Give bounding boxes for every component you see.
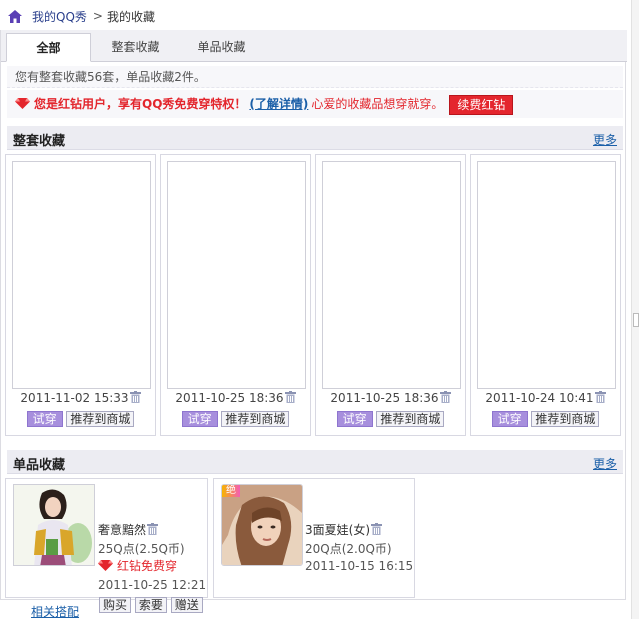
set-card: 2011-10-25 18:36 试穿 推荐到商城	[160, 154, 311, 436]
trash-icon[interactable]	[371, 523, 382, 535]
recommend-to-mall-button[interactable]: 推荐到商城	[221, 411, 290, 427]
home-icon[interactable]	[8, 9, 22, 23]
breadcrumb-current: 我的收藏	[106, 9, 155, 24]
item-thumbnail[interactable]: 绝	[221, 484, 303, 566]
item-date: 2011-10-25 12:21	[98, 578, 207, 592]
vip-message-rest: 心爱的收藏品想穿就穿。	[311, 97, 444, 111]
try-on-button[interactable]: 试穿	[336, 411, 373, 427]
item-name-text[interactable]: 3面夏娃(女)	[305, 523, 370, 537]
set-actions: 试穿 推荐到商城	[161, 411, 310, 427]
item-price: 25Q点(2.5Q币)	[98, 542, 185, 556]
set-date: 2011-10-25 18:36	[316, 391, 465, 405]
gift-button[interactable]: 赠送	[170, 597, 203, 613]
set-image[interactable]	[12, 161, 151, 389]
set-actions: 试穿 推荐到商城	[316, 411, 465, 427]
item-name: 3面夏娃(女)	[305, 521, 382, 538]
items-more-link[interactable]: 更多	[593, 455, 617, 472]
sets-section-title: 整套收藏	[13, 134, 66, 149]
trash-icon[interactable]	[594, 391, 606, 403]
trash-icon[interactable]	[147, 523, 159, 535]
set-date-text: 2011-11-02 15:33	[20, 391, 129, 405]
sets-section-header: 整套收藏 更多	[7, 126, 623, 150]
item-name-text[interactable]: 奢意黯然	[98, 523, 146, 537]
set-card: 2011-10-25 18:36 试穿 推荐到商城	[315, 154, 466, 436]
set-actions: 试穿 推荐到商城	[471, 411, 620, 427]
trash-icon[interactable]	[284, 391, 296, 403]
try-on-button[interactable]: 试穿	[26, 411, 63, 427]
try-on-button[interactable]: 试穿	[181, 411, 218, 427]
set-card: 2011-11-02 15:33 试穿 推荐到商城	[5, 154, 156, 436]
set-date: 2011-11-02 15:33	[6, 391, 155, 405]
trash-icon[interactable]	[439, 391, 451, 403]
tab-bar: 全部 整套收藏 单品收藏	[1, 30, 627, 62]
breadcrumb-home-link[interactable]: 我的QQ秀	[32, 8, 87, 25]
red-diamond-icon	[98, 560, 113, 571]
set-actions: 试穿 推荐到商城	[6, 411, 155, 427]
vip-details-link[interactable]: (了解详情)	[249, 97, 308, 111]
renew-red-diamond-button[interactable]: 续费红钻	[449, 94, 514, 115]
scrollbar[interactable]	[631, 0, 639, 619]
vip-message: 您是红钻用户，享有QQ秀免费穿特权！	[34, 97, 247, 111]
try-on-button[interactable]: 试穿	[491, 411, 528, 427]
recommend-to-mall-button[interactable]: 推荐到商城	[66, 411, 135, 427]
item-price: 20Q点(2.0Q币)	[305, 542, 392, 556]
favorites-panel: 全部 整套收藏 单品收藏 您有整套收藏56套，单品收藏2件。 您是红钻用户，享有…	[0, 30, 627, 619]
set-date-text: 2011-10-25 18:36	[330, 391, 439, 405]
recommend-to-mall-button[interactable]: 推荐到商城	[531, 411, 600, 427]
set-date-text: 2011-10-24 10:41	[485, 391, 594, 405]
set-date: 2011-10-25 18:36	[161, 391, 310, 405]
related-outfit-link[interactable]: 相关搭配	[31, 603, 79, 619]
item-actions: 购买 索要 赠送	[99, 597, 203, 613]
trash-icon[interactable]	[129, 391, 141, 403]
item-card: 奢意黯然 25Q点(2.5Q币) 红钻免费穿 2011-10-25 12:21 …	[5, 478, 208, 619]
set-image[interactable]	[167, 161, 306, 389]
recommend-to-mall-button[interactable]: 推荐到商城	[376, 411, 445, 427]
item-card: 绝 3面夏娃(女) 20Q点(2.0Q币) 2011-10-15 16:15	[213, 478, 415, 598]
set-card: 2011-10-24 10:41 试穿 推荐到商城	[470, 154, 621, 436]
breadcrumb: 我的QQ秀 > 我的收藏	[8, 7, 155, 25]
item-free-text: 红钻免费穿	[117, 559, 178, 573]
tab-items[interactable]: 单品收藏	[179, 33, 264, 62]
tab-all[interactable]: 全部	[6, 33, 91, 62]
set-image[interactable]	[477, 161, 616, 389]
item-thumbnail[interactable]	[13, 484, 95, 566]
scrollbar-thumb[interactable]	[633, 313, 639, 327]
summary-text: 您有整套收藏56套，单品收藏2件。	[7, 66, 623, 88]
sets-more-link[interactable]: 更多	[593, 131, 617, 148]
buy-button[interactable]: 购买	[99, 597, 132, 613]
request-button[interactable]: 索要	[134, 597, 167, 613]
vip-notice: 您是红钻用户，享有QQ秀免费穿特权！ (了解详情) 心爱的收藏品想穿就穿。 续费红钻	[7, 90, 623, 118]
set-date-text: 2011-10-25 18:36	[175, 391, 284, 405]
set-date: 2011-10-24 10:41	[471, 391, 620, 405]
item-name: 奢意黯然	[98, 521, 159, 538]
breadcrumb-separator: >	[92, 9, 103, 23]
items-section-header: 单品收藏 更多	[7, 450, 623, 474]
set-image[interactable]	[322, 161, 461, 389]
red-diamond-icon	[15, 91, 30, 109]
item-date: 2011-10-15 16:15	[305, 559, 414, 573]
exclusive-badge: 绝	[222, 485, 240, 497]
items-section-title: 单品收藏	[13, 458, 66, 473]
item-free-tag: 红钻免费穿	[98, 557, 177, 574]
tab-sets[interactable]: 整套收藏	[93, 33, 178, 62]
